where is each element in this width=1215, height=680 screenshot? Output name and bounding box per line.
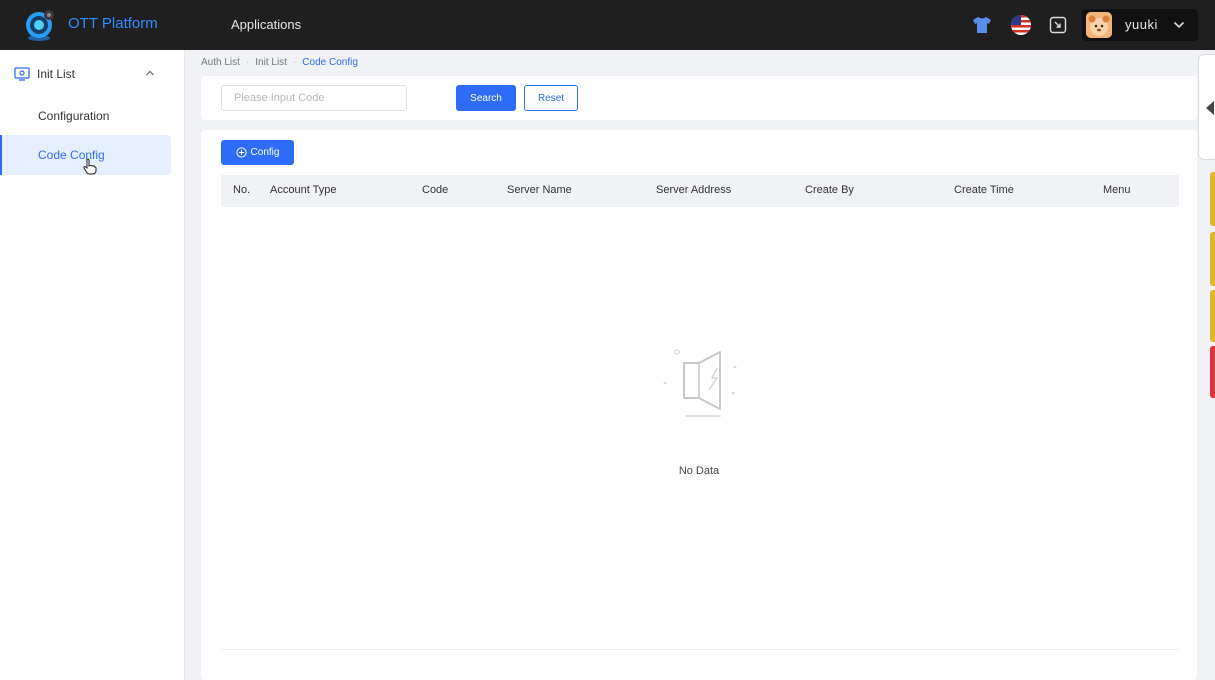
avatar[interactable] (1086, 12, 1112, 38)
sidebar-item-label: Configuration (38, 109, 110, 123)
sidebar-group-init-list[interactable]: Init List (0, 58, 185, 90)
exit-fullscreen-icon[interactable] (1046, 13, 1070, 37)
sidebar-item-configuration[interactable]: Configuration (0, 96, 171, 136)
empty-megaphone-icon (663, 349, 737, 417)
breadcrumb-separator: · (245, 57, 250, 68)
monitor-icon (14, 67, 30, 81)
column-header-server-address: Server Address (656, 184, 732, 196)
breadcrumb: Auth List · Init List · Code Config (201, 57, 358, 68)
user-menu[interactable]: yuuki (1082, 9, 1198, 41)
sidebar-group-label: Init List (37, 67, 76, 81)
sidebar: Init List Configuration Code Config (0, 50, 185, 680)
column-header-no: No. (233, 184, 251, 196)
divider (221, 649, 1179, 650)
empty-state-text: No Data (678, 465, 720, 477)
table-header: No. Account Type Code Server Name Server… (221, 175, 1179, 207)
config-button-label: Config (250, 147, 280, 158)
top-navigation-bar: OTT Platform Applications yuuki (0, 0, 1215, 50)
plus-circle-icon (235, 147, 247, 158)
chevron-up-icon[interactable] (145, 69, 155, 77)
brand-title[interactable]: OTT Platform (68, 15, 158, 32)
nav-applications[interactable]: Applications (231, 17, 301, 32)
shirt-icon[interactable] (970, 13, 994, 37)
reset-button[interactable]: Reset (524, 85, 578, 111)
code-search-input[interactable] (221, 85, 407, 111)
breadcrumb-current: Code Config (302, 57, 358, 68)
column-header-create-by: Create By (805, 184, 854, 196)
chevron-down-icon[interactable] (1172, 18, 1186, 32)
breadcrumb-item[interactable]: Auth List (201, 57, 240, 68)
right-drawer-toggle[interactable] (1198, 54, 1215, 160)
breadcrumb-separator: · (292, 57, 297, 68)
username: yuuki (1125, 17, 1158, 32)
side-strip-red (1210, 346, 1215, 398)
column-header-server-name: Server Name (507, 184, 572, 196)
side-strip-yellow (1210, 290, 1215, 342)
column-header-menu: Menu (1103, 184, 1131, 196)
ott-logo-icon[interactable] (24, 8, 56, 42)
column-header-code: Code (422, 184, 449, 196)
table-panel: Config No. Account Type Code Server Name… (201, 130, 1197, 680)
us-flag-icon[interactable] (1009, 13, 1033, 37)
column-header-account-type: Account Type (270, 184, 337, 196)
side-strip-yellow (1210, 232, 1215, 286)
search-panel: Search Reset (201, 76, 1197, 120)
side-strip-yellow (1210, 172, 1215, 226)
search-button[interactable]: Search (456, 85, 516, 111)
add-config-button[interactable]: Config (221, 140, 294, 165)
hand-cursor-icon (83, 158, 97, 175)
breadcrumb-item[interactable]: Init List (255, 57, 287, 68)
arrow-left-icon (1206, 101, 1214, 115)
column-header-create-time: Create Time (954, 184, 1014, 196)
